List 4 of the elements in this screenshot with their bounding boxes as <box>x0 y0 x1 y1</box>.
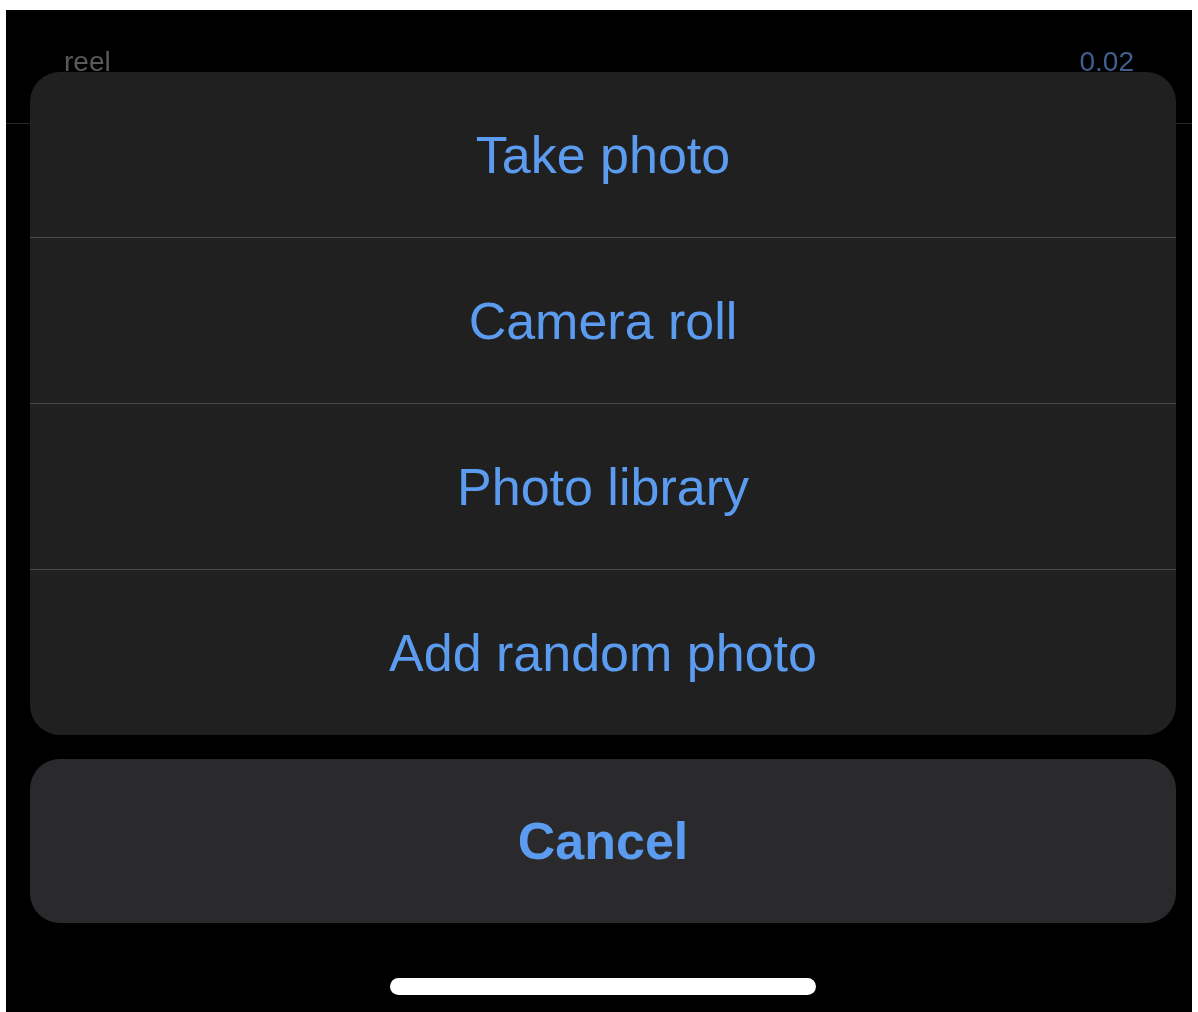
action-button[interactable]: Photo library <box>30 404 1176 569</box>
action-button[interactable]: Add random photo <box>30 570 1176 735</box>
cancel-button[interactable]: Cancel <box>30 759 1176 923</box>
action-button[interactable]: Camera roll <box>30 238 1176 403</box>
